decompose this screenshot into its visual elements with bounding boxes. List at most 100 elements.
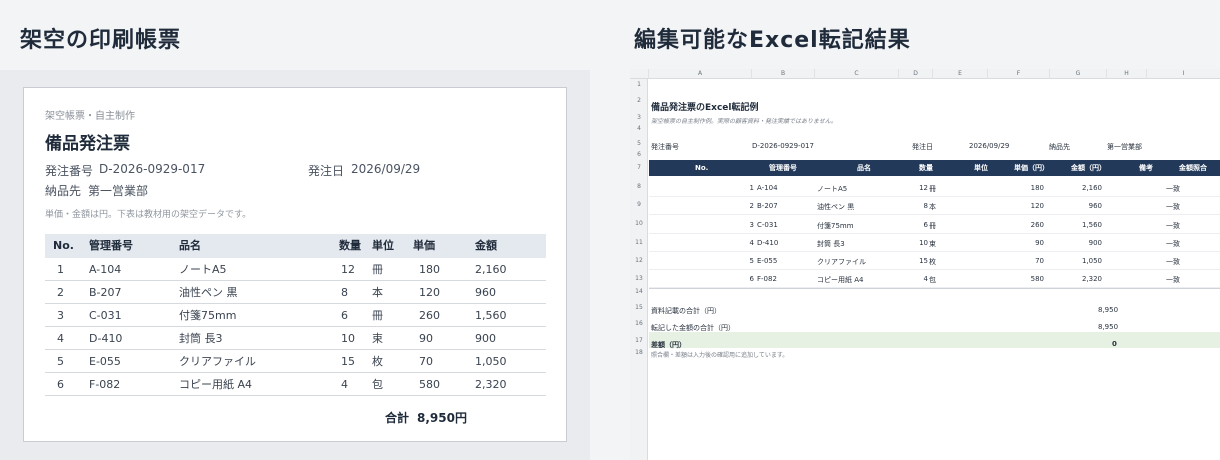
column-letter[interactable]: F xyxy=(987,69,1049,79)
sheet-cell[interactable]: 180 xyxy=(1031,184,1044,192)
sheet-cell[interactable]: 2,320 xyxy=(1082,275,1102,283)
sheet-cell[interactable]: 260 xyxy=(1031,221,1044,229)
sheet-title[interactable]: 備品発注票のExcel転記例 xyxy=(651,100,758,113)
sheet-cell[interactable]: 120 xyxy=(1031,202,1044,210)
sheet-cell[interactable]: 一致 xyxy=(1166,257,1180,267)
row-number[interactable]: 10 xyxy=(630,220,648,227)
row-number[interactable]: 4 xyxy=(630,125,648,132)
column-letter[interactable]: I xyxy=(1146,69,1220,79)
sheet-order-no[interactable]: D-2026-0929-017 xyxy=(752,142,814,150)
sheet-subtitle[interactable]: 架空帳票の自主制作例。実際の顧客資料・発注実績ではありません。 xyxy=(651,116,837,125)
row-number[interactable]: 13 xyxy=(630,275,648,282)
column-letter[interactable]: C xyxy=(814,69,898,79)
column-letter[interactable]: B xyxy=(751,69,814,79)
sheet-col-header[interactable]: No. xyxy=(695,160,708,176)
sheet-cell[interactable]: 580 xyxy=(1031,275,1044,283)
sheet-order-date-label[interactable]: 発注日 xyxy=(912,142,933,152)
sheet-cell[interactable]: 枚 xyxy=(929,257,936,267)
sheet-cell[interactable]: 900 xyxy=(1089,239,1102,247)
spreadsheet[interactable]: ABCDEFGHI 1 2 3 4 5 6 7 8 9 10 11 12 13 14 15 16 17 18 備品… xyxy=(630,69,1220,460)
sheet-cell[interactable]: D-410 xyxy=(757,239,778,247)
row-number[interactable]: 8 xyxy=(630,183,648,190)
sheet-cell[interactable]: 束 xyxy=(929,239,936,249)
sheet-col-header[interactable]: 数量 xyxy=(919,160,933,176)
sheet-cell[interactable]: 10 xyxy=(919,239,928,247)
sheet-cell[interactable]: 一致 xyxy=(1166,275,1180,285)
sheet-cell[interactable]: 本 xyxy=(929,202,936,212)
sheet-cell[interactable]: 5 xyxy=(750,257,754,265)
sheet-cell[interactable]: 4 xyxy=(750,239,754,247)
table-cell: 8 xyxy=(341,286,348,299)
sheet-cell[interactable]: 2 xyxy=(750,202,754,210)
row-number[interactable]: 18 xyxy=(630,349,648,356)
sheet-cell[interactable]: E-055 xyxy=(757,257,777,265)
sheet-cell[interactable]: F-082 xyxy=(757,275,777,283)
sheet-sum-doc-label[interactable]: 資料記載の合計（円） xyxy=(651,306,721,316)
sheet-cell[interactable]: 6 xyxy=(924,221,928,229)
sheet-cell[interactable]: 6 xyxy=(750,275,754,283)
row-number[interactable]: 17 xyxy=(630,337,648,344)
sheet-cell[interactable]: 1,560 xyxy=(1082,221,1102,229)
sheet-cell[interactable]: 1,050 xyxy=(1082,257,1102,265)
sheet-cell[interactable]: クリアファイル xyxy=(817,257,866,267)
sheet-cell[interactable]: 15 xyxy=(919,257,928,265)
sheet-col-header[interactable]: 単位 xyxy=(974,160,988,176)
row-number[interactable]: 15 xyxy=(630,304,648,311)
sheet-diff-label[interactable]: 差額（円） xyxy=(651,340,686,350)
row-number[interactable]: 3 xyxy=(630,114,648,121)
sheet-cell[interactable]: 一致 xyxy=(1166,239,1180,249)
sheet-cell[interactable]: 冊 xyxy=(929,184,936,194)
sheet-cell[interactable]: 8 xyxy=(924,202,928,210)
sheet-cell[interactable]: 2,160 xyxy=(1082,184,1102,192)
sheet-cell[interactable]: 封筒 長3 xyxy=(817,239,845,249)
row-number[interactable]: 14 xyxy=(630,288,648,295)
sheet-sum-doc-value[interactable]: 8,950 xyxy=(1098,306,1118,314)
sheet-cell[interactable]: 70 xyxy=(1035,257,1044,265)
sheet-col-header[interactable]: 管理番号 xyxy=(769,160,797,176)
row-number[interactable]: 11 xyxy=(630,239,648,246)
sheet-cell[interactable]: 12 xyxy=(919,184,928,192)
sheet-cell[interactable]: 90 xyxy=(1035,239,1044,247)
sheet-diff-value[interactable]: 0 xyxy=(1112,340,1117,348)
column-letter[interactable]: A xyxy=(648,69,751,79)
sheet-sum-calc-value[interactable]: 8,950 xyxy=(1098,323,1118,331)
sheet-order-no-label[interactable]: 発注番号 xyxy=(651,142,679,152)
column-letter[interactable]: E xyxy=(932,69,987,79)
sheet-cell[interactable]: 3 xyxy=(750,221,754,229)
sheet-cell[interactable]: C-031 xyxy=(757,221,778,229)
row-number[interactable]: 16 xyxy=(630,320,648,327)
sheet-cell[interactable]: 960 xyxy=(1089,202,1102,210)
row-number[interactable]: 1 xyxy=(630,81,648,88)
row-number[interactable]: 2 xyxy=(630,97,648,104)
sheet-cell[interactable]: 付箋75mm xyxy=(817,221,854,231)
sheet-col-header[interactable]: 単価（円） xyxy=(1014,160,1049,176)
row-number[interactable]: 12 xyxy=(630,257,648,264)
sheet-cell[interactable]: 一致 xyxy=(1166,184,1180,194)
sheet-cell[interactable]: 1 xyxy=(750,184,754,192)
sheet-cell[interactable]: 一致 xyxy=(1166,221,1180,231)
row-number[interactable]: 5 xyxy=(630,140,648,147)
sheet-cell[interactable]: 4 xyxy=(924,275,928,283)
sheet-cell[interactable]: B-207 xyxy=(757,202,778,210)
sheet-cell[interactable]: 包 xyxy=(929,275,936,285)
sheet-footnote[interactable]: 照合欄・差額は入力後の確認用に追加しています。 xyxy=(651,350,788,359)
sheet-col-header[interactable]: 品名 xyxy=(857,160,871,176)
sheet-cell[interactable]: 油性ペン 黒 xyxy=(817,202,854,212)
sheet-col-header[interactable]: 金額（円） xyxy=(1071,160,1106,176)
sheet-deliver-label[interactable]: 納品先 xyxy=(1049,142,1070,152)
sheet-cell[interactable]: 一致 xyxy=(1166,202,1180,212)
row-number[interactable]: 6 xyxy=(630,151,648,158)
column-letter[interactable]: G xyxy=(1049,69,1106,79)
sheet-col-header[interactable]: 金額照合 xyxy=(1179,160,1207,176)
sheet-cell[interactable]: A-104 xyxy=(757,184,778,192)
sheet-cell[interactable]: 冊 xyxy=(929,221,936,231)
column-letter[interactable]: H xyxy=(1106,69,1146,79)
sheet-cell[interactable]: ノートA5 xyxy=(817,184,847,194)
sheet-cell[interactable]: コピー用紙 A4 xyxy=(817,275,863,285)
sheet-col-header[interactable]: 備考 xyxy=(1139,160,1153,176)
sheet-order-date[interactable]: 2026/09/29 xyxy=(969,142,1009,150)
row-number[interactable]: 9 xyxy=(630,201,648,208)
sheet-deliver-to[interactable]: 第一営業部 xyxy=(1107,142,1142,152)
row-number[interactable]: 7 xyxy=(630,164,648,171)
column-letter[interactable]: D xyxy=(898,69,932,79)
